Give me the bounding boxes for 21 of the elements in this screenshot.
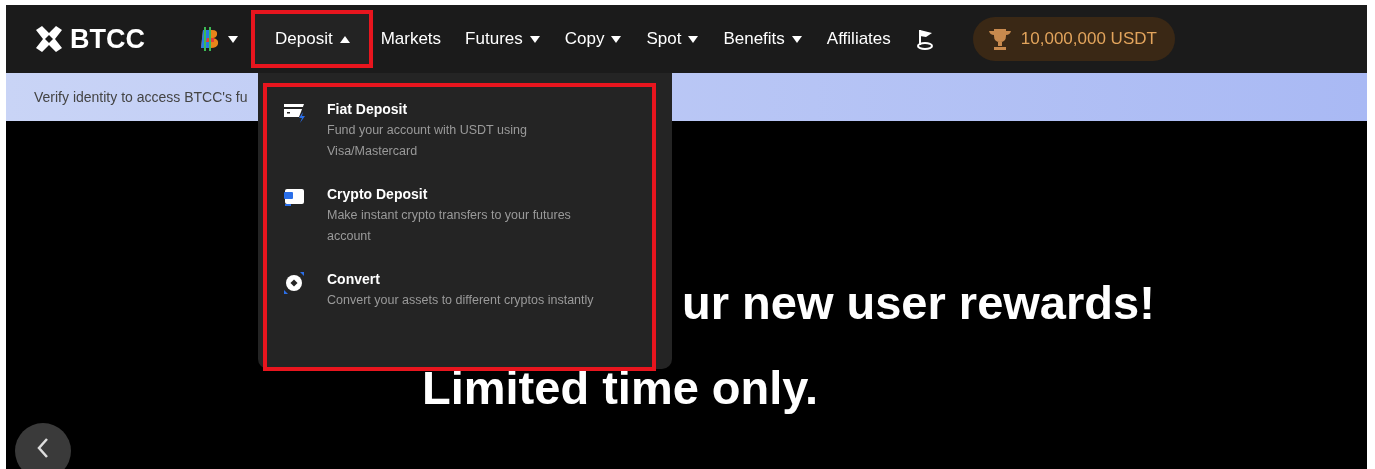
banner-text: Verify identity to access BTCC's fu	[34, 87, 248, 107]
bitcoin-icon	[199, 26, 221, 52]
nav-link[interactable]: Futures	[453, 18, 553, 60]
logo-text: BTCC	[70, 22, 145, 56]
nav-link[interactable]: Spot	[634, 18, 712, 60]
nav-link[interactable]: Benefits	[711, 18, 815, 60]
hero-heading: Limited time only.	[422, 360, 819, 414]
menu-item[interactable]: Crypto Deposit Make instant crypto transfers to your futures account	[283, 184, 636, 247]
nav-link[interactable]: Affiliates	[814, 18, 903, 60]
chevron-left-icon	[36, 437, 50, 459]
nav-link[interactable]: Copy	[552, 18, 635, 60]
nav-link[interactable]: Markets	[368, 18, 454, 60]
logo-icon	[34, 24, 64, 54]
menu-item[interactable]: Fiat Deposit Fund your account with USDT using Visa/Mastercard	[283, 99, 636, 162]
hero-heading: ur new user rewards!	[682, 276, 1155, 329]
flag-icon	[914, 28, 935, 50]
menu-item[interactable]: Convert Convert your assets to different cryptos instantly	[283, 269, 636, 311]
reward-button[interactable]: 10,000,000 USDT	[972, 17, 1175, 61]
exchange-icon	[283, 271, 307, 295]
trophy-icon	[986, 27, 1013, 51]
previous-button[interactable]	[15, 423, 71, 469]
